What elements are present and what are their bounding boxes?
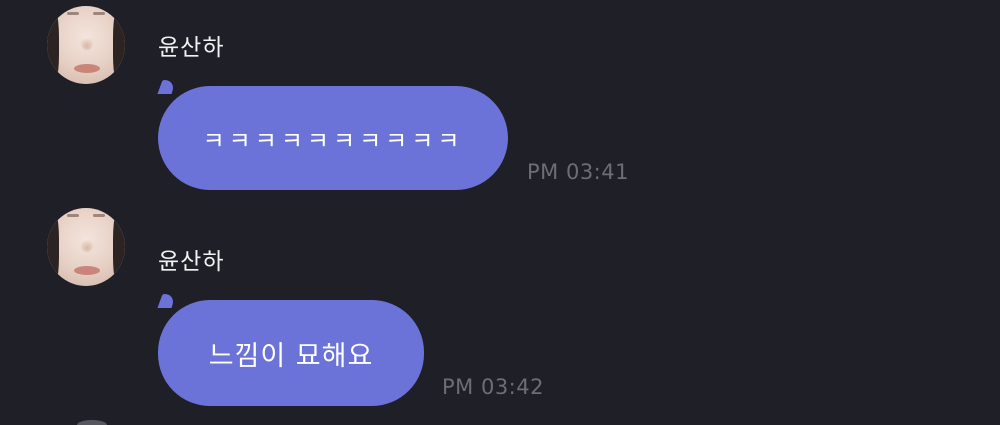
avatar-hair — [47, 6, 59, 84]
chat-message-list: 윤산하 ㅋㅋㅋㅋㅋㅋㅋㅋㅋㅋ PM 03:41 윤산하 느낌이 묘해요 PM 0… — [0, 0, 1000, 425]
avatar-eye — [93, 214, 105, 217]
avatar-hair — [113, 208, 125, 286]
avatar-eye — [67, 12, 79, 15]
sender-name: 윤산하 — [158, 35, 225, 61]
message-timestamp: PM 03:41 — [527, 160, 629, 184]
avatar-hair — [47, 208, 59, 286]
avatar-hair — [113, 6, 125, 84]
avatar-mouth — [74, 64, 100, 73]
avatar-eye — [67, 214, 79, 217]
next-avatar-partial — [77, 420, 107, 425]
message-timestamp: PM 03:42 — [442, 375, 544, 399]
message-bubble[interactable]: 느낌이 묘해요 — [157, 294, 424, 406]
avatar-mouth — [74, 266, 100, 275]
avatar-nose — [81, 238, 93, 252]
message-text: 느낌이 묘해요 — [208, 340, 374, 372]
avatar[interactable] — [47, 6, 125, 84]
bubble-tail — [157, 294, 177, 308]
message-bubble[interactable]: ㅋㅋㅋㅋㅋㅋㅋㅋㅋㅋ — [157, 80, 508, 190]
avatar[interactable] — [47, 208, 125, 286]
avatar-eye — [93, 12, 105, 15]
avatar-nose — [81, 36, 93, 50]
bubble-tail — [157, 80, 177, 94]
message-group: 윤산하 ㅋㅋㅋㅋㅋㅋㅋㅋㅋㅋ PM 03:41 — [0, 0, 1000, 200]
message-group: 윤산하 느낌이 묘해요 PM 03:42 — [0, 200, 1000, 425]
message-text: ㅋㅋㅋㅋㅋㅋㅋㅋㅋㅋ — [202, 126, 464, 155]
sender-name: 윤산하 — [158, 249, 225, 275]
